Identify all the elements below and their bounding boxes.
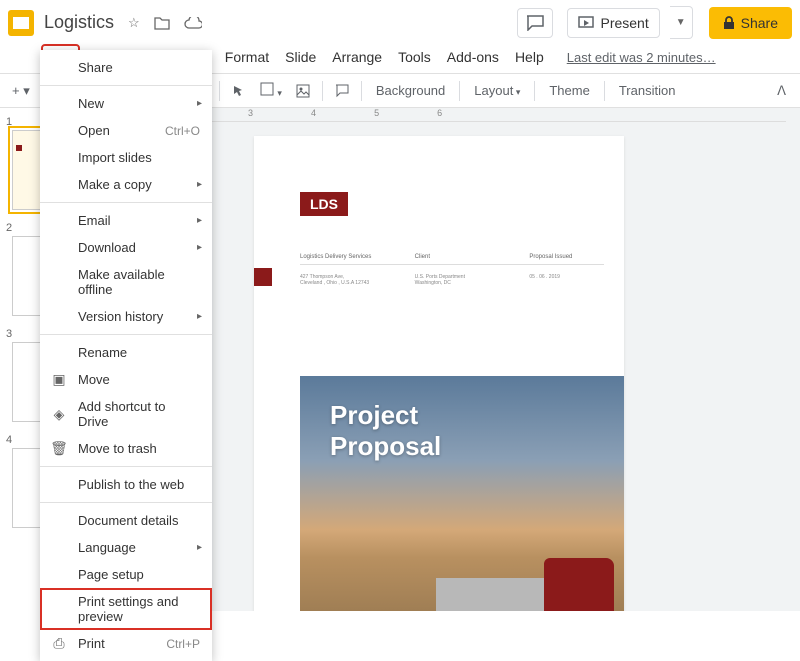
present-label: Present [600, 15, 648, 31]
trash-icon: 🗑 [50, 440, 68, 457]
hero-title: Project Proposal [330, 400, 441, 462]
folder-icon: ▣ [50, 371, 68, 388]
file-new[interactable]: New [40, 90, 212, 117]
info-headers: Logistics Delivery Services Client Propo… [300, 254, 604, 265]
file-offline[interactable]: Make available offline [40, 261, 212, 303]
menu-format[interactable]: Format [218, 45, 276, 69]
logo: LDS [300, 192, 348, 216]
last-edit-link[interactable]: Last edit was 2 minutes… [567, 50, 716, 65]
file-add-shortcut[interactable]: ◈Add shortcut to Drive [40, 393, 212, 435]
print-icon: ⎙ [50, 635, 68, 652]
background-button[interactable]: Background [368, 79, 453, 102]
file-print[interactable]: ⎙PrintCtrl+P [40, 630, 212, 657]
file-page-setup[interactable]: Page setup [40, 561, 212, 588]
collapse-toolbar-icon[interactable]: ᐱ [769, 79, 794, 103]
file-version-history[interactable]: Version history [40, 303, 212, 330]
textbox-tool-icon[interactable] [254, 78, 288, 103]
drive-icon: ◈ [50, 406, 68, 423]
file-import[interactable]: Import slides [40, 144, 212, 171]
theme-button[interactable]: Theme [541, 79, 597, 102]
menu-arrange[interactable]: Arrange [325, 45, 389, 69]
file-language[interactable]: Language [40, 534, 212, 561]
file-rename[interactable]: Rename [40, 339, 212, 366]
file-print-preview[interactable]: Print settings and preview [40, 588, 212, 630]
cloud-status-icon[interactable] [180, 15, 206, 31]
present-icon [578, 16, 594, 30]
file-email[interactable]: Email [40, 207, 212, 234]
info-details: 427 Thompson Ave,Cleveland , Ohio , U.S.… [300, 274, 604, 286]
slide-canvas[interactable]: LDS Logistics Delivery Services Client P… [254, 136, 624, 611]
select-tool-icon[interactable] [226, 80, 252, 102]
menu-help[interactable]: Help [508, 45, 551, 69]
accent-block [254, 268, 272, 286]
share-label: Share [741, 15, 778, 31]
layout-button[interactable]: Layout [466, 79, 528, 102]
file-move[interactable]: ▣Move [40, 366, 212, 393]
comment-tool-icon[interactable] [329, 80, 355, 102]
new-slide-button[interactable]: + ▾ [6, 79, 36, 103]
star-icon[interactable]: ☆ [124, 13, 144, 33]
document-name[interactable]: Logistics [40, 12, 118, 33]
file-trash[interactable]: 🗑Move to trash [40, 435, 212, 462]
insert-image-icon[interactable] [290, 80, 316, 102]
menu-addons[interactable]: Add-ons [440, 45, 506, 69]
file-share[interactable]: Share [40, 54, 212, 81]
hero-image: Project Proposal [300, 376, 624, 611]
comments-button[interactable] [517, 8, 553, 38]
present-button[interactable]: Present [567, 8, 659, 38]
slides-app-icon[interactable] [8, 10, 34, 36]
share-button[interactable]: Share [709, 7, 792, 39]
file-details[interactable]: Document details [40, 507, 212, 534]
menu-tools[interactable]: Tools [391, 45, 438, 69]
lock-icon [723, 16, 735, 30]
present-dropdown[interactable]: ▼ [670, 6, 693, 39]
file-make-copy[interactable]: Make a copy [40, 171, 212, 198]
file-publish[interactable]: Publish to the web [40, 471, 212, 498]
file-open[interactable]: OpenCtrl+O [40, 117, 212, 144]
title-bar: Logistics ☆ Present ▼ Share [0, 0, 800, 45]
move-folder-icon[interactable] [150, 14, 174, 32]
menu-slide[interactable]: Slide [278, 45, 323, 69]
file-menu-dropdown: Share New OpenCtrl+O Import slides Make … [40, 50, 212, 661]
transition-button[interactable]: Transition [611, 79, 684, 102]
file-download[interactable]: Download [40, 234, 212, 261]
truck-illustration [434, 536, 614, 611]
